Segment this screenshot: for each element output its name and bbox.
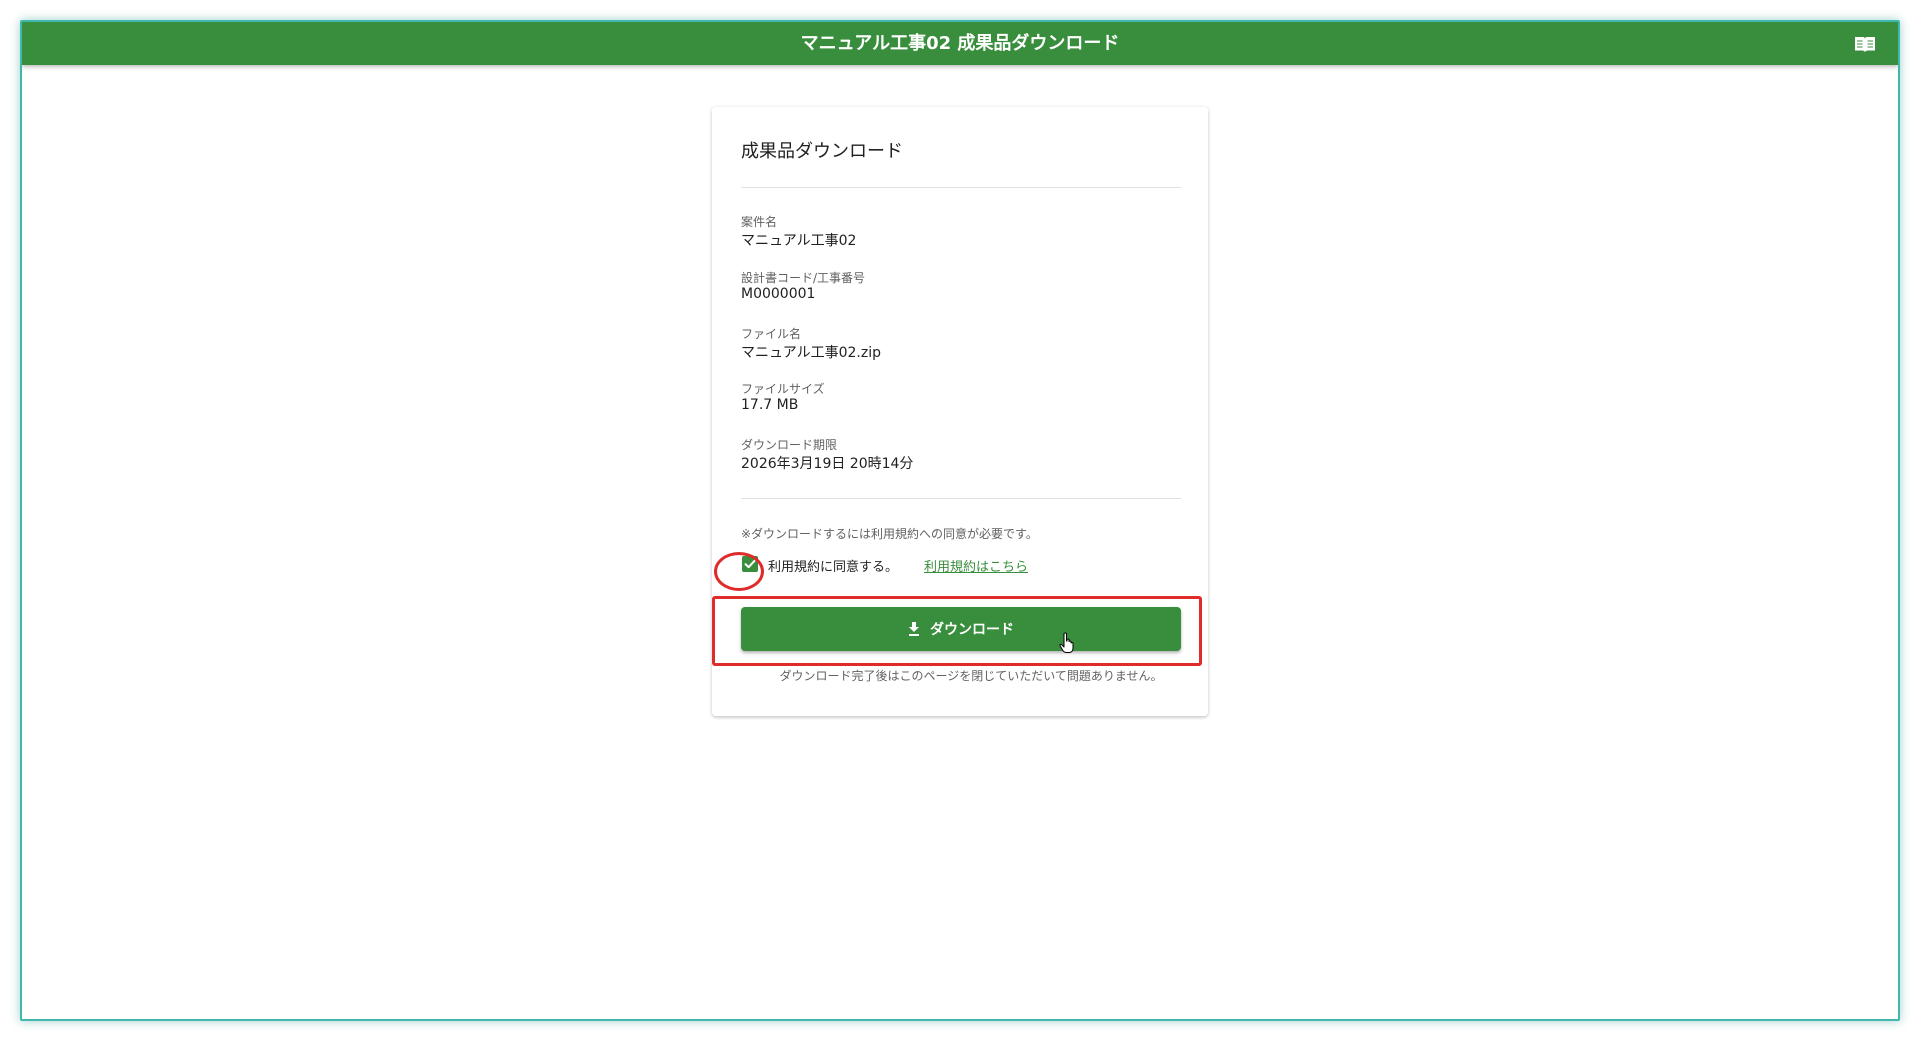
divider — [741, 187, 1181, 188]
download-button[interactable]: ダウンロード — [741, 607, 1181, 651]
hand-cursor-icon — [1059, 632, 1074, 653]
after-download-note: ダウンロード完了後はこのページを閉じていただいて問題ありません。 — [779, 669, 1163, 683]
project-name-value: マニュアル工事02 — [741, 233, 857, 249]
terms-notice: ※ダウンロードするには利用規約への同意が必要です。 — [741, 527, 1038, 541]
card-title: 成果品ダウンロード — [741, 141, 903, 162]
file-name-value: マニュアル工事02.zip — [741, 345, 881, 361]
download-deadline-value: 2026年3月19日 20時14分 — [741, 456, 914, 472]
design-code-value: M0000001 — [741, 286, 816, 302]
design-code-label: 設計書コード/工事番号 — [741, 271, 866, 285]
download-deadline-label: ダウンロード期限 — [741, 438, 838, 452]
download-icon — [909, 622, 919, 636]
agree-row: 利用規約に同意する。 利用規約はこちら — [734, 550, 1174, 580]
agree-label[interactable]: 利用規約に同意する。 — [768, 556, 898, 575]
project-name-label: 案件名 — [741, 215, 778, 229]
annotation-circle — [714, 552, 764, 591]
book-icon[interactable] — [1854, 34, 1876, 54]
terms-link[interactable]: 利用規約はこちら — [924, 556, 1028, 575]
app-bar: マニュアル工事02 成果品ダウンロード — [22, 22, 1898, 65]
download-card: 成果品ダウンロード 案件名 マニュアル工事02 設計書コード/工事番号 M000… — [712, 107, 1208, 716]
divider — [741, 498, 1181, 499]
file-size-label: ファイルサイズ — [741, 382, 825, 396]
app-title: マニュアル工事02 成果品ダウンロード — [800, 33, 1120, 54]
file-size-value: 17.7 MB — [741, 397, 799, 413]
browser-frame: マニュアル工事02 成果品ダウンロード 成果品ダウンロード 案件名 マニュアル工… — [20, 20, 1900, 1021]
file-name-label: ファイル名 — [741, 327, 802, 341]
download-button-label: ダウンロード — [930, 622, 1014, 638]
